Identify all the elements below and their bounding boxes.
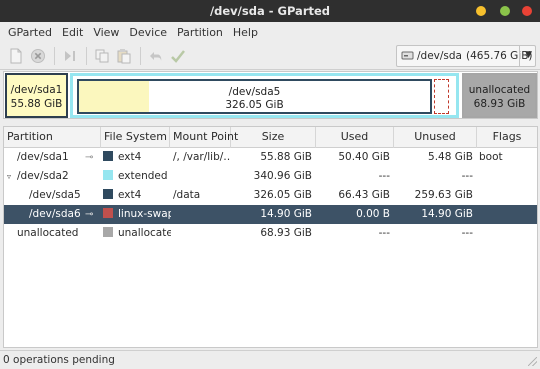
fs-color-swatch — [103, 170, 113, 180]
cell-size: 14.90 GiB — [260, 208, 312, 220]
menu-view[interactable]: View — [88, 26, 124, 39]
copy-icon[interactable] — [93, 47, 111, 65]
table-row[interactable]: unallocated unallocated 68.93 GiB --- --… — [4, 224, 537, 243]
cell-flags — [479, 167, 535, 186]
cell-used: 0.00 B — [356, 208, 390, 220]
cell-flags — [479, 224, 535, 243]
cell-unused: 14.90 GiB — [421, 208, 473, 220]
menu-gparted[interactable]: GParted — [3, 26, 57, 39]
cell-unused: 259.63 GiB — [414, 189, 473, 201]
table-row[interactable]: /dev/sda1 ⊸ ext4 /, /var/lib/… 55.88 GiB… — [4, 148, 537, 167]
cell-filesystem: unallocated — [103, 224, 171, 243]
map-partition-sda2-extended[interactable]: /dev/sda5 326.05 GiB — [70, 73, 459, 118]
col-used[interactable]: Used — [316, 127, 394, 148]
close-button[interactable] — [522, 6, 532, 16]
cell-used: 50.40 GiB — [338, 151, 390, 163]
cell-filesystem: ext4 — [103, 148, 171, 167]
cell-used: 66.43 GiB — [338, 189, 390, 201]
cell-partition: /dev/sda2 — [17, 170, 69, 182]
window-title: /dev/sda - GParted — [209, 4, 331, 18]
status-text: 0 operations pending — [3, 354, 115, 366]
cell-unused: --- — [461, 227, 473, 239]
map-unallocated-size: 68.93 GiB — [473, 98, 526, 110]
cell-mountpoint — [173, 224, 231, 243]
fs-color-swatch — [103, 208, 113, 218]
map-sda1-name: /dev/sda1 — [10, 84, 63, 96]
new-partition-icon[interactable] — [7, 47, 25, 65]
menu-device[interactable]: Device — [124, 26, 172, 39]
cell-mountpoint: /data — [173, 189, 201, 201]
cell-unused: --- — [461, 170, 473, 182]
cell-filesystem: extended — [103, 167, 171, 186]
maximize-button[interactable] — [500, 6, 510, 16]
col-partition[interactable]: Partition — [4, 127, 101, 148]
cell-size: 340.96 GiB — [253, 170, 312, 182]
map-sda5-size: 326.05 GiB — [225, 99, 284, 111]
cell-partition: /dev/sda5 — [29, 189, 81, 201]
table-row-selected[interactable]: /dev/sda6 ⊸ linux-swap 14.90 GiB 0.00 B … — [4, 205, 537, 224]
map-partition-sda1[interactable]: /dev/sda1 55.88 GiB — [5, 73, 68, 118]
delete-icon[interactable] — [29, 47, 47, 65]
map-sda1-size: 55.88 GiB — [10, 98, 63, 110]
cell-flags — [479, 186, 535, 205]
cell-flags: boot — [479, 151, 503, 163]
cell-flags — [479, 205, 535, 224]
status-bar: 0 operations pending — [0, 350, 540, 369]
undo-icon[interactable] — [147, 47, 165, 65]
minimize-button[interactable] — [476, 6, 486, 16]
cell-filesystem: linux-swap — [103, 205, 171, 224]
device-size: (465.76 GiB) — [465, 50, 533, 62]
fs-color-swatch — [103, 189, 113, 199]
expander-open-icon[interactable]: ▿ — [7, 167, 11, 186]
fs-color-swatch — [103, 151, 113, 161]
resize-move-icon[interactable] — [61, 47, 79, 65]
map-unallocated[interactable]: unallocated 68.93 GiB — [462, 73, 537, 118]
table-row[interactable]: /dev/sda5 ext4 /data 326.05 GiB 66.43 Gi… — [4, 186, 537, 205]
cell-mountpoint — [173, 167, 231, 186]
cell-used: --- — [378, 170, 390, 182]
col-unused[interactable]: Unused — [394, 127, 477, 148]
cell-filesystem: ext4 — [103, 186, 171, 205]
menu-edit[interactable]: Edit — [57, 26, 88, 39]
cell-partition: unallocated — [17, 227, 79, 239]
title-bar: /dev/sda - GParted — [0, 0, 540, 22]
menu-help[interactable]: Help — [228, 26, 263, 39]
menu-partition[interactable]: Partition — [172, 26, 228, 39]
col-filesystem[interactable]: File System — [101, 127, 170, 148]
cell-mountpoint — [173, 205, 231, 224]
map-sda5-name: /dev/sda5 — [228, 86, 281, 98]
toolbar: /dev/sda (465.76 GiB) ▼ — [0, 42, 540, 70]
partition-table: Partition File System Mount Point Size U… — [3, 126, 538, 348]
apply-icon[interactable] — [169, 47, 187, 65]
table-row[interactable]: ▿ /dev/sda2 extended 340.96 GiB --- --- — [4, 167, 537, 186]
cell-size: 55.88 GiB — [260, 151, 312, 163]
map-partition-sda6[interactable] — [434, 79, 449, 114]
map-unallocated-name: unallocated — [468, 84, 531, 96]
cell-size: 326.05 GiB — [253, 189, 312, 201]
key-icon: ⊸ — [85, 209, 94, 220]
cell-used: --- — [378, 227, 390, 239]
cell-mountpoint: /, /var/lib/… — [173, 151, 231, 163]
disk-icon — [401, 49, 414, 64]
fs-color-swatch — [103, 227, 113, 237]
menu-bar: GParted Edit View Device Partition Help — [0, 22, 540, 42]
device-selector[interactable]: /dev/sda (465.76 GiB) ▼ — [396, 45, 536, 67]
col-size[interactable]: Size — [231, 127, 316, 148]
map-partition-sda5[interactable]: /dev/sda5 326.05 GiB — [77, 79, 432, 114]
key-icon: ⊸ — [85, 152, 94, 163]
device-name: /dev/sda — [417, 50, 462, 62]
resize-grip-icon[interactable] — [528, 357, 537, 366]
paste-icon[interactable] — [115, 47, 133, 65]
col-mountpoint[interactable]: Mount Point — [170, 127, 238, 148]
col-flags[interactable]: Flags — [477, 127, 537, 148]
cell-unused: 5.48 GiB — [428, 151, 473, 163]
cell-size: 68.93 GiB — [260, 227, 312, 239]
chevron-down-icon: ▼ — [525, 50, 532, 60]
table-header: Partition File System Mount Point Size U… — [4, 127, 537, 148]
partition-map: /dev/sda1 55.88 GiB /dev/sda5 326.05 GiB… — [3, 71, 538, 119]
